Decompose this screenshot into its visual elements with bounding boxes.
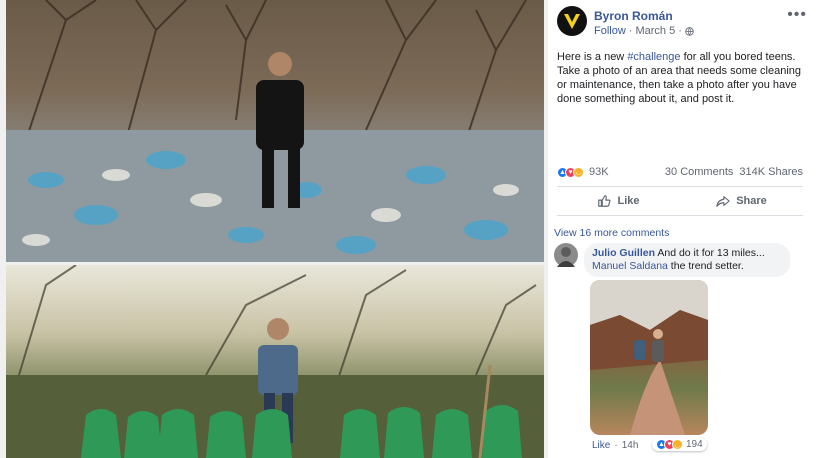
comment-footer: Like · 14h ▲ ♥ ◡ 194 [592, 438, 712, 451]
post-text-start: Here is a new [557, 51, 628, 63]
reaction-summary[interactable]: ▲ ♥ ◡ [557, 166, 584, 178]
comment-reactions[interactable]: ▲ ♥ ◡ 194 [652, 438, 707, 451]
v-shield-logo-icon[interactable] [557, 6, 587, 36]
globe-icon [685, 26, 694, 36]
tagged-user-link[interactable]: Manuel Saldana [592, 260, 668, 272]
shares-count[interactable]: 314K Shares [739, 166, 803, 178]
comment-separator: · [614, 440, 618, 451]
share-arrow-icon [716, 196, 730, 207]
share-button[interactable]: Share [680, 187, 803, 215]
commenter-name[interactable]: Julio Guillen [592, 247, 655, 259]
after-photo[interactable] [6, 265, 544, 458]
comment-bubble: Julio Guillen And do it for 13 miles... … [584, 243, 790, 277]
comment-like-link[interactable]: Like [592, 440, 610, 451]
after-photo-image [6, 265, 544, 458]
post-meta: Follow · March 5 · [594, 25, 694, 37]
thumbs-up-icon [598, 195, 611, 207]
post-sidebar: Byron Román Follow · March 5 · ••• Here … [548, 0, 819, 458]
more-options-button[interactable]: ••• [787, 6, 807, 24]
post-header: Byron Román Follow · March 5 · ••• [557, 6, 819, 40]
haha-reaction-icon: ◡ [573, 166, 584, 178]
like-button[interactable]: Like [557, 187, 680, 215]
follow-link[interactable]: Follow [594, 25, 626, 37]
commenter-avatar[interactable] [554, 243, 578, 267]
comment-photo-image [590, 280, 708, 435]
stats-right: 30 Comments 314K Shares [665, 166, 803, 178]
comments-count[interactable]: 30 Comments [665, 166, 733, 178]
post-date[interactable]: March 5 [635, 25, 675, 37]
share-label: Share [736, 195, 767, 207]
before-photo[interactable] [6, 0, 544, 262]
comment-time[interactable]: 14h [622, 440, 639, 451]
post-text: Here is a new #challenge for all you bor… [557, 50, 807, 106]
haha-reaction-icon: ◡ [672, 439, 683, 450]
reaction-count[interactable]: 93K [589, 166, 609, 178]
view-more-comments-link[interactable]: View 16 more comments [554, 227, 669, 239]
post-stats: ▲ ♥ ◡ 93K 30 Comments 314K Shares [557, 164, 803, 180]
like-label: Like [617, 195, 640, 207]
meta-separator: · [628, 25, 633, 37]
hashtag-link[interactable]: #challenge [627, 51, 680, 63]
before-photo-image [6, 0, 544, 262]
comment-text: And do it for 13 miles... [657, 247, 765, 259]
comment-text-tail: the trend setter. [667, 260, 744, 272]
post-photo[interactable] [0, 0, 548, 458]
author-name[interactable]: Byron Román [594, 9, 673, 23]
post-actions: Like Share [557, 186, 803, 216]
comment-photo[interactable] [590, 280, 708, 435]
comment-reaction-count: 194 [686, 439, 703, 450]
meta-separator: · [678, 25, 682, 37]
